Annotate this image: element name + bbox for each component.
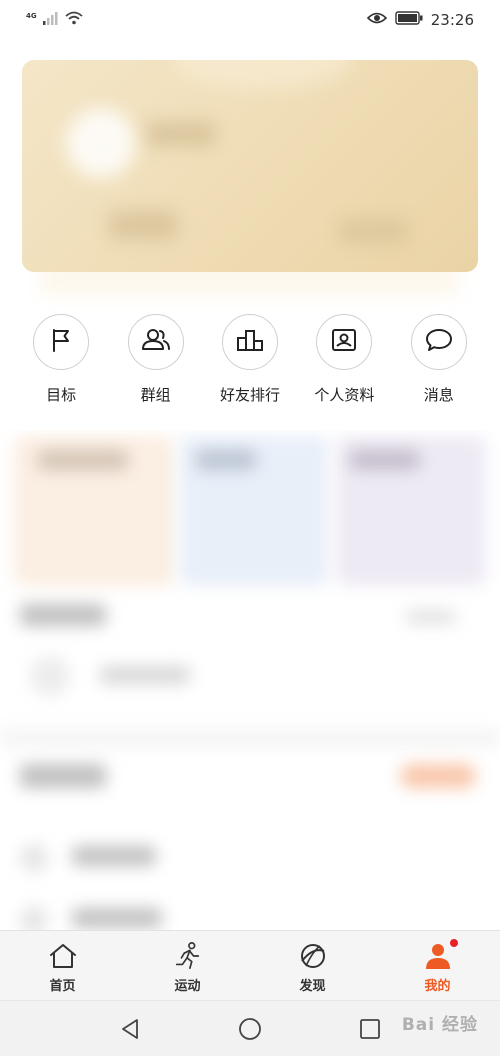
watermark: Bai 经验 (401, 1015, 478, 1035)
blurred-card-title-2 (196, 450, 256, 470)
blurred-orange-button (400, 764, 476, 788)
running-icon (173, 941, 203, 971)
quick-action-label: 个人资料 (314, 386, 375, 404)
blurred-row-icon-2 (20, 844, 48, 872)
discover-icon (298, 941, 328, 971)
quick-action-profile[interactable]: 个人资料 (298, 314, 390, 414)
blurred-section-title-1 (20, 604, 106, 626)
group-icon (141, 327, 171, 357)
blurred-section-title-2 (20, 764, 106, 788)
stat-blur-left (108, 210, 178, 240)
quick-action-friend-ranking[interactable]: 好友排行 (204, 314, 296, 414)
tab-discover[interactable]: 发现 (250, 931, 375, 1000)
blurred-row-text-1 (100, 666, 190, 684)
tab-me[interactable]: 我的 (375, 931, 500, 1000)
quick-action-label: 消息 (423, 386, 454, 404)
quick-action-label: 群组 (140, 386, 171, 404)
home-circle-icon[interactable] (230, 1009, 270, 1049)
notification-dot (449, 939, 458, 947)
tab-label: 运动 (174, 979, 201, 994)
tab-label: 首页 (49, 979, 76, 994)
status-right: 23:26 (366, 11, 474, 29)
eye-icon (366, 11, 387, 29)
quick-action-label: 好友排行 (219, 386, 280, 404)
blurred-row-1 (30, 656, 70, 696)
signal-icon (42, 11, 59, 29)
blurred-card-title-3 (350, 450, 420, 470)
avatar-blur (66, 108, 136, 178)
username-blur (146, 122, 216, 146)
back-triangle-icon[interactable] (110, 1009, 150, 1049)
blurred-content-area (0, 430, 500, 930)
tab-label: 我的 (424, 979, 451, 994)
quick-action-label: 目标 (46, 386, 77, 404)
tab-label: 发现 (299, 979, 326, 994)
flag-icon (48, 327, 74, 357)
blurred-card-title-1 (38, 450, 128, 470)
blurred-divider (0, 730, 500, 746)
recents-square-icon[interactable] (350, 1009, 390, 1049)
stat-blur-right (338, 218, 408, 244)
message-icon (425, 327, 453, 357)
quick-action-group[interactable]: 群组 (110, 314, 202, 414)
status-left: 4G (26, 11, 83, 29)
blurred-row-text-3 (72, 908, 162, 928)
blurred-row-text-2 (72, 846, 156, 866)
person-icon (423, 939, 458, 971)
home-icon (48, 941, 78, 971)
battery-icon (395, 11, 423, 29)
quick-action-goal[interactable]: 目标 (15, 314, 107, 414)
network-type-label: 4G (26, 11, 37, 20)
card-highlight (172, 60, 352, 90)
profile-card-icon (330, 327, 358, 357)
wifi-icon (65, 11, 83, 29)
blurred-section-link-1 (406, 610, 456, 624)
bottom-tab-bar: 首页 运动 发现 我的 (0, 930, 500, 1000)
status-bar: 4G 23:26 (0, 0, 500, 40)
tab-sport[interactable]: 运动 (125, 931, 250, 1000)
profile-card[interactable] (22, 60, 478, 272)
ranking-icon (236, 328, 264, 356)
quick-action-messages[interactable]: 消息 (393, 314, 485, 414)
quick-actions: 目标 群组 好友排行 个人资料 消息 (0, 314, 500, 414)
blurred-row-icon-3 (20, 906, 48, 930)
tab-home[interactable]: 首页 (0, 931, 125, 1000)
status-time: 23:26 (430, 11, 474, 29)
